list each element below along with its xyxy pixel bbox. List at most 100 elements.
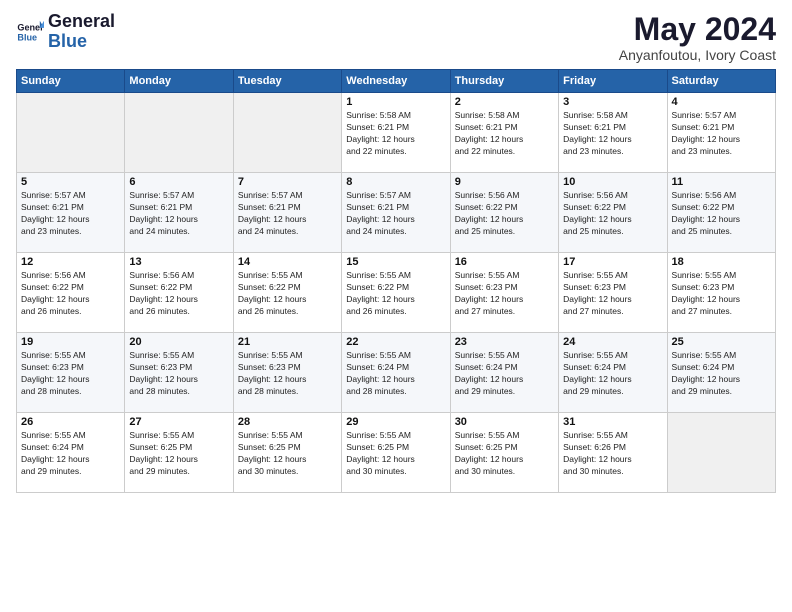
day-cell: 14 Sunrise: 5:55 AM Sunset: 6:22 PM Dayli… [233,253,341,333]
day-cell: 29 Sunrise: 5:55 AM Sunset: 6:25 PM Dayli… [342,413,450,493]
day-cell: 11 Sunrise: 5:56 AM Sunset: 6:22 PM Dayli… [667,173,775,253]
day-cell [125,93,233,173]
day-info: Sunrise: 5:56 AM Sunset: 6:22 PM Dayligh… [455,190,554,238]
day-info: Sunrise: 5:56 AM Sunset: 6:22 PM Dayligh… [129,270,228,318]
day-cell: 28 Sunrise: 5:55 AM Sunset: 6:25 PM Dayli… [233,413,341,493]
calendar-table: SundayMondayTuesdayWednesdayThursdayFrid… [16,69,776,493]
day-number: 14 [238,256,337,268]
day-cell: 6 Sunrise: 5:57 AM Sunset: 6:21 PM Daylig… [125,173,233,253]
day-info: Sunrise: 5:57 AM Sunset: 6:21 PM Dayligh… [21,190,120,238]
day-cell: 5 Sunrise: 5:57 AM Sunset: 6:21 PM Daylig… [17,173,125,253]
day-number: 31 [563,416,662,428]
day-number: 5 [21,176,120,188]
day-number: 22 [346,336,445,348]
day-number: 18 [672,256,771,268]
header-thursday: Thursday [450,70,558,93]
title-block: May 2024 Anyanfoutou, Ivory Coast [619,12,776,63]
day-info: Sunrise: 5:55 AM Sunset: 6:23 PM Dayligh… [563,270,662,318]
header: General Blue GeneralBlue May 2024 Anyanf… [16,12,776,63]
day-info: Sunrise: 5:58 AM Sunset: 6:21 PM Dayligh… [455,110,554,158]
day-number: 23 [455,336,554,348]
day-number: 12 [21,256,120,268]
day-cell: 3 Sunrise: 5:58 AM Sunset: 6:21 PM Daylig… [559,93,667,173]
week-row-2: 5 Sunrise: 5:57 AM Sunset: 6:21 PM Daylig… [17,173,776,253]
day-cell: 4 Sunrise: 5:57 AM Sunset: 6:21 PM Daylig… [667,93,775,173]
day-cell: 31 Sunrise: 5:55 AM Sunset: 6:26 PM Dayli… [559,413,667,493]
day-number: 30 [455,416,554,428]
day-number: 29 [346,416,445,428]
day-info: Sunrise: 5:55 AM Sunset: 6:22 PM Dayligh… [238,270,337,318]
day-info: Sunrise: 5:58 AM Sunset: 6:21 PM Dayligh… [563,110,662,158]
calendar-body: 1 Sunrise: 5:58 AM Sunset: 6:21 PM Daylig… [17,93,776,493]
day-info: Sunrise: 5:55 AM Sunset: 6:23 PM Dayligh… [129,350,228,398]
day-number: 17 [563,256,662,268]
day-number: 6 [129,176,228,188]
day-number: 26 [21,416,120,428]
day-cell [233,93,341,173]
day-cell: 30 Sunrise: 5:55 AM Sunset: 6:25 PM Dayli… [450,413,558,493]
day-cell: 21 Sunrise: 5:55 AM Sunset: 6:23 PM Dayli… [233,333,341,413]
day-info: Sunrise: 5:55 AM Sunset: 6:23 PM Dayligh… [672,270,771,318]
header-friday: Friday [559,70,667,93]
day-number: 2 [455,96,554,108]
calendar-title: May 2024 [619,12,776,47]
week-row-3: 12 Sunrise: 5:56 AM Sunset: 6:22 PM Dayli… [17,253,776,333]
day-number: 21 [238,336,337,348]
day-cell: 24Sunrise: 5:55 AM Sunset: 6:24 PM Dayli… [559,333,667,413]
header-sunday: Sunday [17,70,125,93]
week-row-1: 1 Sunrise: 5:58 AM Sunset: 6:21 PM Daylig… [17,93,776,173]
day-info: Sunrise: 5:55 AM Sunset: 6:24 PM Dayligh… [455,350,554,398]
day-number: 20 [129,336,228,348]
day-info: Sunrise: 5:55 AM Sunset: 6:26 PM Dayligh… [563,430,662,478]
day-info: Sunrise: 5:58 AM Sunset: 6:21 PM Dayligh… [346,110,445,158]
day-number: 28 [238,416,337,428]
header-tuesday: Tuesday [233,70,341,93]
day-cell: 2 Sunrise: 5:58 AM Sunset: 6:21 PM Daylig… [450,93,558,173]
day-cell [667,413,775,493]
day-cell: 19Sunrise: 5:55 AM Sunset: 6:23 PM Dayli… [17,333,125,413]
day-cell: 26 Sunrise: 5:55 AM Sunset: 6:24 PM Dayli… [17,413,125,493]
day-number: 1 [346,96,445,108]
calendar-header: SundayMondayTuesdayWednesdayThursdayFrid… [17,70,776,93]
day-cell: 8Sunrise: 5:57 AM Sunset: 6:21 PM Daylig… [342,173,450,253]
day-number: 27 [129,416,228,428]
logo-text: GeneralBlue [48,12,115,52]
day-number: 4 [672,96,771,108]
day-info: Sunrise: 5:56 AM Sunset: 6:22 PM Dayligh… [672,190,771,238]
day-cell: 20 Sunrise: 5:55 AM Sunset: 6:23 PM Dayli… [125,333,233,413]
logo: General Blue GeneralBlue [16,12,115,52]
day-info: Sunrise: 5:57 AM Sunset: 6:21 PM Dayligh… [672,110,771,158]
calendar-subtitle: Anyanfoutou, Ivory Coast [619,47,776,63]
day-info: Sunrise: 5:55 AM Sunset: 6:25 PM Dayligh… [346,430,445,478]
header-row: SundayMondayTuesdayWednesdayThursdayFrid… [17,70,776,93]
day-info: Sunrise: 5:57 AM Sunset: 6:21 PM Dayligh… [129,190,228,238]
day-info: Sunrise: 5:55 AM Sunset: 6:24 PM Dayligh… [563,350,662,398]
day-cell: 7 Sunrise: 5:57 AM Sunset: 6:21 PM Daylig… [233,173,341,253]
day-cell: 18 Sunrise: 5:55 AM Sunset: 6:23 PM Dayli… [667,253,775,333]
day-cell: 13Sunrise: 5:56 AM Sunset: 6:22 PM Dayli… [125,253,233,333]
day-info: Sunrise: 5:55 AM Sunset: 6:24 PM Dayligh… [672,350,771,398]
day-cell: 22 Sunrise: 5:55 AM Sunset: 6:24 PM Dayli… [342,333,450,413]
day-cell: 27Sunrise: 5:55 AM Sunset: 6:25 PM Dayli… [125,413,233,493]
day-number: 16 [455,256,554,268]
day-number: 19 [21,336,120,348]
day-cell [17,93,125,173]
header-monday: Monday [125,70,233,93]
day-number: 3 [563,96,662,108]
day-info: Sunrise: 5:56 AM Sunset: 6:22 PM Dayligh… [563,190,662,238]
day-info: Sunrise: 5:55 AM Sunset: 6:24 PM Dayligh… [21,430,120,478]
svg-text:Blue: Blue [17,32,37,42]
day-number: 7 [238,176,337,188]
day-number: 8 [346,176,445,188]
day-cell: 25Sunrise: 5:55 AM Sunset: 6:24 PM Dayli… [667,333,775,413]
header-saturday: Saturday [667,70,775,93]
day-info: Sunrise: 5:56 AM Sunset: 6:22 PM Dayligh… [21,270,120,318]
day-info: Sunrise: 5:55 AM Sunset: 6:25 PM Dayligh… [238,430,337,478]
day-number: 11 [672,176,771,188]
day-info: Sunrise: 5:55 AM Sunset: 6:23 PM Dayligh… [238,350,337,398]
day-info: Sunrise: 5:55 AM Sunset: 6:25 PM Dayligh… [455,430,554,478]
day-cell: 1 Sunrise: 5:58 AM Sunset: 6:21 PM Daylig… [342,93,450,173]
day-cell: 23 Sunrise: 5:55 AM Sunset: 6:24 PM Dayli… [450,333,558,413]
day-info: Sunrise: 5:55 AM Sunset: 6:24 PM Dayligh… [346,350,445,398]
day-info: Sunrise: 5:57 AM Sunset: 6:21 PM Dayligh… [238,190,337,238]
